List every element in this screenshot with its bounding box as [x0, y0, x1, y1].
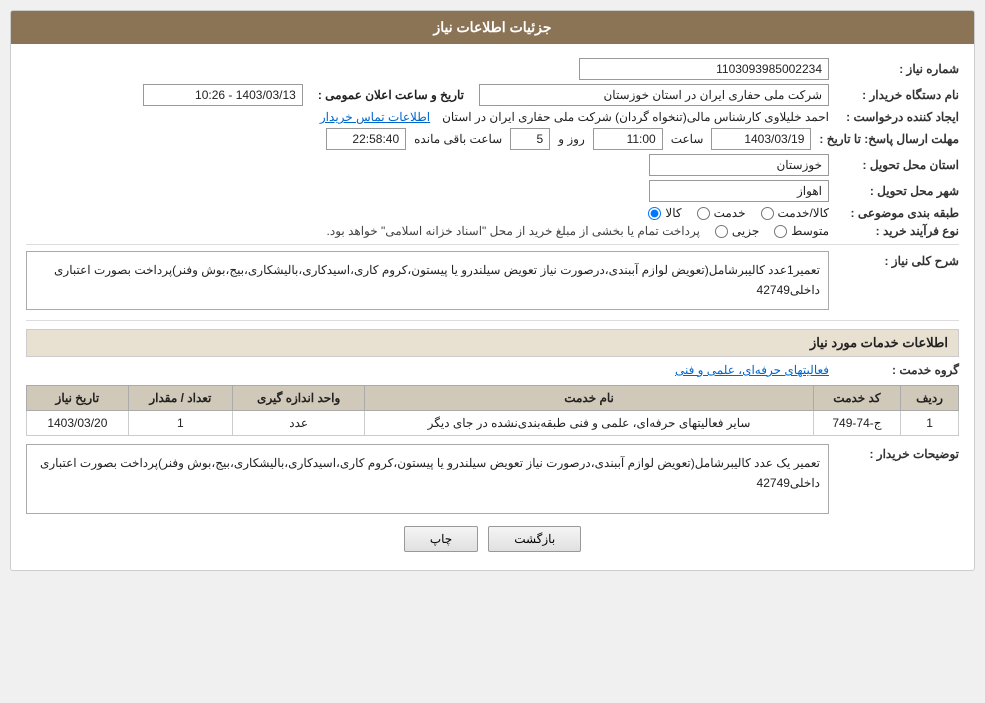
city-value: اهواز: [649, 180, 829, 202]
category-option-khadamat[interactable]: خدمت: [697, 206, 746, 220]
buyer-desc-label: توضیحات خریدار :: [829, 444, 959, 461]
cell-service-name: سایر فعالیتهای حرفه‌ای، علمی و فنی طبقه‌…: [365, 410, 813, 435]
requester-label: نام دستگاه خریدار :: [829, 88, 959, 102]
col-header-unit: واحد اندازه گیری: [233, 385, 365, 410]
purchase-option-motavasset[interactable]: متوسط: [774, 224, 829, 238]
cell-unit: عدد: [233, 410, 365, 435]
need-number-label: شماره نیاز :: [829, 62, 959, 76]
deadline-label: مهلت ارسال پاسخ: تا تاریخ :: [811, 132, 959, 146]
category-option-kala-khadamat-label: کالا/خدمت: [778, 206, 829, 220]
province-label: استان محل تحویل :: [829, 158, 959, 172]
category-label: طبقه بندی موضوعی :: [829, 206, 959, 220]
back-button[interactable]: بازگشت: [488, 526, 581, 552]
purchase-type-radio-group: متوسط جزیی: [715, 224, 829, 238]
deadline-date: 1403/03/19: [711, 128, 811, 150]
purchase-note: پرداخت تمام یا بخشی از مبلغ خرید از محل …: [327, 224, 715, 238]
purchase-option-motavasset-label: متوسط: [791, 224, 829, 238]
province-value: خوزستان: [649, 154, 829, 176]
category-option-khadamat-label: خدمت: [714, 206, 746, 220]
deadline-day-label: روز و: [550, 132, 593, 146]
service-group-value[interactable]: فعالیتهای حرفه‌ای، علمی و فنی: [675, 363, 829, 377]
service-group-label: گروه خدمت :: [829, 363, 959, 377]
services-table: ردیف کد خدمت نام خدمت واحد اندازه گیری ت…: [26, 385, 959, 436]
announcement-value: 1403/03/13 - 10:26: [143, 84, 303, 106]
col-header-date: تاریخ نیاز: [27, 385, 129, 410]
purchase-type-label: نوع فرآیند خرید :: [829, 224, 959, 238]
deadline-time-label: ساعت: [663, 132, 712, 146]
page-title: جزئیات اطلاعات نیاز: [11, 11, 974, 44]
deadline-days: 5: [510, 128, 550, 150]
col-header-row-num: ردیف: [901, 385, 959, 410]
purchase-option-jozi[interactable]: جزیی: [715, 224, 759, 238]
need-description-text: تعمیر1عدد کالیبرشامل(تعویض لوازم آببندی،…: [26, 251, 829, 310]
category-radio-group: کالا/خدمت خدمت کالا: [648, 206, 829, 220]
col-header-service-name: نام خدمت: [365, 385, 813, 410]
cell-quantity: 1: [128, 410, 232, 435]
category-option-kala-khadamat[interactable]: کالا/خدمت: [761, 206, 829, 220]
deadline-remaining-label: ساعت باقی مانده: [406, 132, 510, 146]
cell-row-num: 1: [901, 410, 959, 435]
announcement-label: تاریخ و ساعت اعلان عمومی :: [303, 88, 479, 102]
creator-value: احمد خلیلاوی کارشناس مالی(تنخواه گردان) …: [442, 110, 829, 124]
cell-service-code: ج-74-749: [813, 410, 900, 435]
action-buttons: بازگشت چاپ: [26, 526, 959, 552]
deadline-remaining: 22:58:40: [326, 128, 406, 150]
purchase-option-jozi-label: جزیی: [732, 224, 759, 238]
buyer-desc-text: تعمیر یک عدد کالیبرشامل(تعویض لوازم آببن…: [26, 444, 829, 514]
col-header-quantity: تعداد / مقدار: [128, 385, 232, 410]
category-option-kala[interactable]: کالا: [648, 206, 681, 220]
requester-value: شرکت ملی حفاری ایران در استان خوزستان: [479, 84, 829, 106]
need-description-label: شرح کلی نیاز :: [829, 251, 959, 268]
print-button[interactable]: چاپ: [404, 526, 478, 552]
creator-label: ایجاد کننده درخواست :: [829, 110, 959, 124]
cell-date: 1403/03/20: [27, 410, 129, 435]
deadline-time: 11:00: [593, 128, 663, 150]
services-section-header: اطلاعات خدمات مورد نیاز: [26, 329, 959, 357]
table-row: 1ج-74-749سایر فعالیتهای حرفه‌ای، علمی و …: [27, 410, 959, 435]
city-label: شهر محل تحویل :: [829, 184, 959, 198]
col-header-service-code: کد خدمت: [813, 385, 900, 410]
creator-link[interactable]: اطلاعات تماس خریدار: [320, 110, 430, 124]
category-option-kala-label: کالا: [665, 206, 681, 220]
need-number-value: 1103093985002234: [579, 58, 829, 80]
